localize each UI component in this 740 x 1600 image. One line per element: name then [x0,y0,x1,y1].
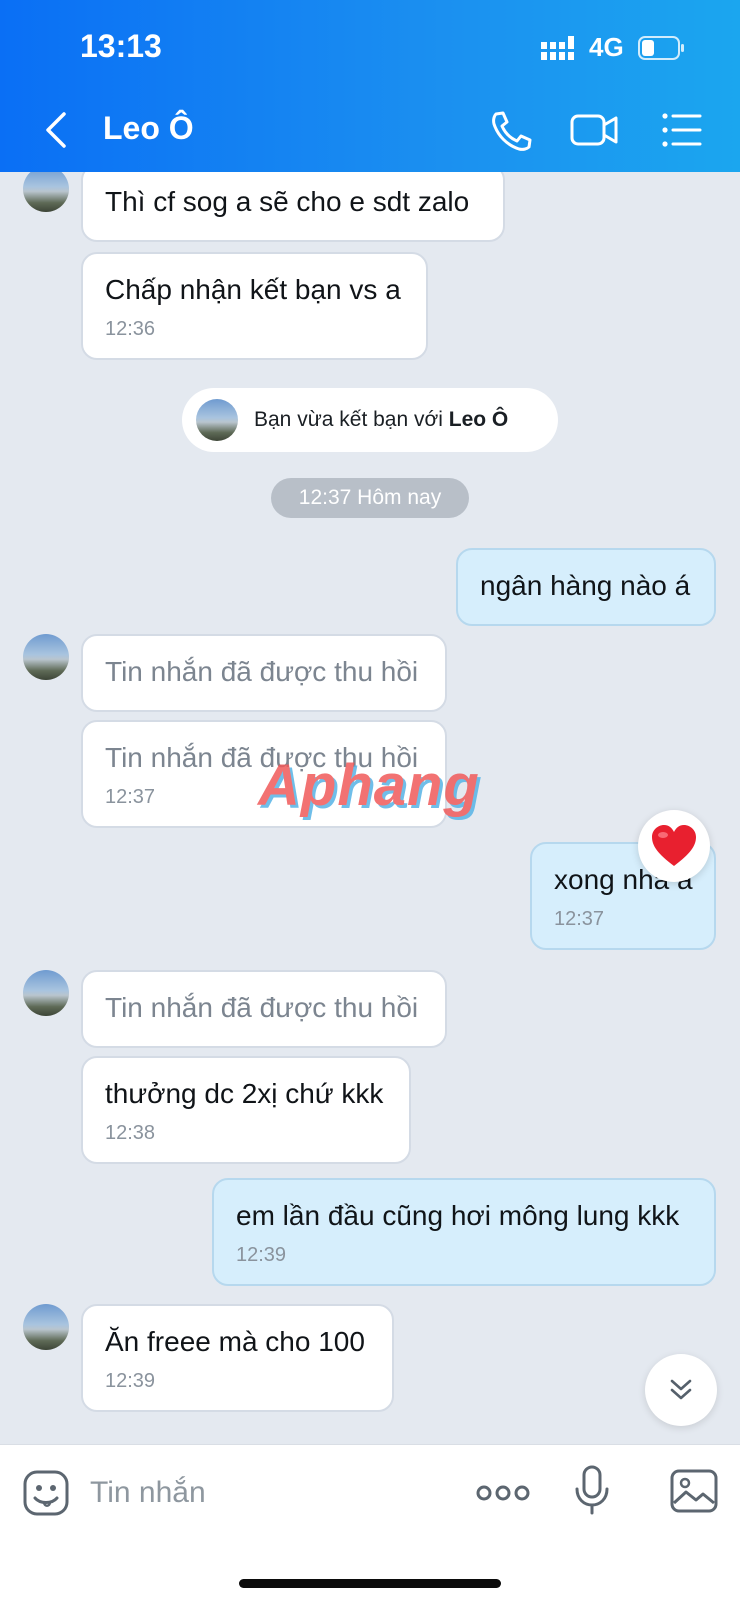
watermark-logo: Aphang [258,753,480,818]
message-composer [0,1444,740,1600]
message-text: Tin nhắn đã được thu hồi [105,992,419,1023]
battery-icon [638,36,684,60]
microphone-icon[interactable] [574,1465,610,1515]
message-bubble[interactable]: Ăn freee mà cho 100 12:39 [81,1304,394,1412]
message-time: 12:38 [105,1122,156,1144]
message-text: thưởng dc 2xị chứ kkk [105,1078,384,1109]
message-text: ngân hàng nào á [480,570,691,601]
message-text: Thì cf sog a sẽ cho e sdt zalo [105,186,470,217]
menu-list-icon[interactable] [660,108,708,152]
time-divider: 12:37 Hôm nay [271,478,469,518]
contact-avatar[interactable] [23,634,69,680]
message-bubble-recalled[interactable]: Tin nhắn đã được thu hồi [81,970,447,1048]
heart-reaction[interactable] [638,810,710,882]
back-icon[interactable] [38,108,78,152]
message-bubble[interactable]: Chấp nhận kết bạn vs a 12:36 [81,252,428,360]
message-bubble-outgoing[interactable]: ngân hàng nào á [456,548,716,626]
notice-contact-name: Leo Ô [448,408,509,431]
message-text: Tin nhắn đã được thu hồi [105,656,419,687]
message-bubble[interactable]: thưởng dc 2xị chứ kkk 12:38 [81,1056,411,1164]
message-input[interactable] [90,1471,430,1515]
image-gallery-icon[interactable] [670,1469,718,1513]
notice-text: Bạn vừa kết bạn với [254,408,449,431]
message-time: 12:36 [105,318,156,340]
more-options-icon[interactable] [476,1481,530,1505]
message-time: 12:37 [554,908,605,930]
message-text: Chấp nhận kết bạn vs a [105,274,401,305]
chevron-double-down-icon [670,1379,692,1400]
message-list[interactable]: Thì cf sog a sẽ cho e sdt zalo Chấp nhận… [0,172,740,1444]
friend-added-notice: Bạn vừa kết bạn với Leo Ô [182,388,558,452]
scroll-to-bottom-button[interactable] [645,1354,717,1426]
message-time: 12:39 [105,1370,156,1392]
contact-avatar[interactable] [23,172,69,212]
message-time: 12:39 [236,1244,287,1266]
message-bubble[interactable]: Thì cf sog a sẽ cho e sdt zalo [81,172,505,242]
contact-avatar[interactable] [23,1304,69,1350]
message-text: Ăn freee mà cho 100 [105,1326,365,1357]
message-bubble-recalled[interactable]: Tin nhắn đã được thu hồi [81,634,447,712]
network-type: 4G [589,32,624,62]
heart-icon [652,825,696,866]
signal-icon [541,36,574,60]
chat-header: 13:13 4G Leo Ô [0,0,740,172]
home-indicator [239,1579,501,1588]
contact-avatar[interactable] [23,970,69,1016]
sticker-emoji-icon[interactable] [22,1469,70,1517]
contact-avatar-small [196,399,238,441]
status-time: 13:13 [80,28,162,64]
message-bubble-outgoing[interactable]: em lần đầu cũng hơi mông lung kkk 12:39 [212,1178,716,1286]
contact-name[interactable]: Leo Ô [103,110,194,147]
video-call-icon[interactable] [570,108,618,152]
phone-icon[interactable] [487,108,535,152]
message-text: em lần đầu cũng hơi mông lung kkk [236,1200,680,1231]
